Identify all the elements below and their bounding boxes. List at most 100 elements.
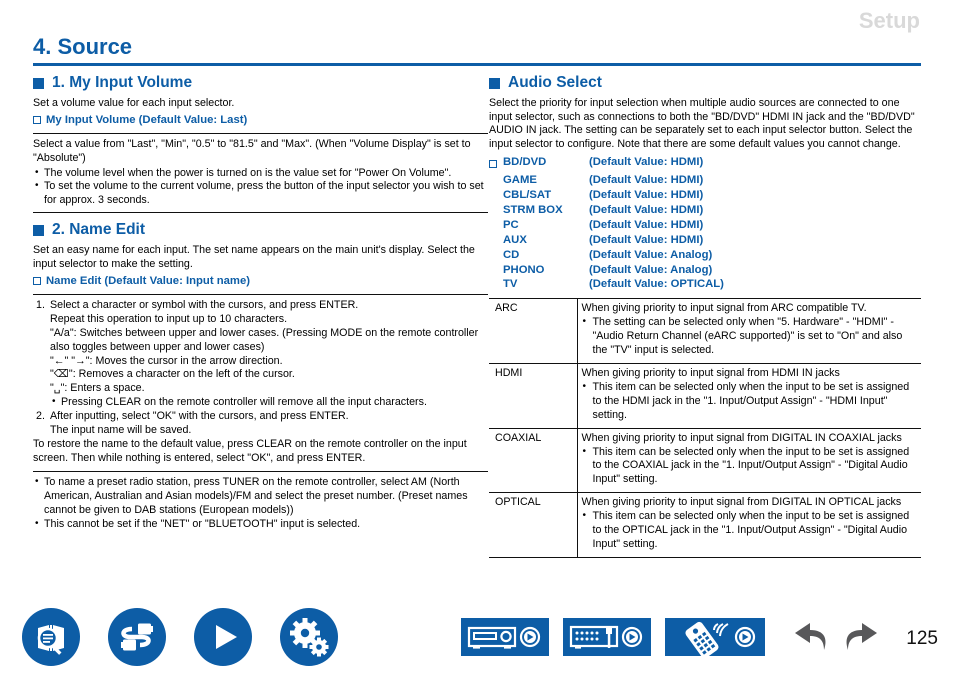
page-number: 125 (906, 628, 938, 649)
list-item: To name a preset radio station, press TU… (33, 475, 488, 518)
table-row: OPTICAL When giving priority to input si… (489, 492, 921, 558)
my-input-volume-body: Select a value from "Last", "Min", "0.5"… (33, 137, 471, 164)
step-number: 2. (36, 410, 45, 423)
hollow-square-bullet-icon (489, 155, 503, 173)
name-edit-restore-note: To restore the name to the default value… (33, 438, 467, 464)
default-value-row: CD (Default Value: Analog) (489, 248, 921, 263)
default-value-row: STRM BOX (Default Value: HDMI) (489, 203, 921, 218)
hollow-square-bullet-icon (33, 115, 41, 124)
audio-select-table: ARC When giving priority to input signal… (489, 298, 921, 558)
section-heading-my-input-volume: 1. My Input Volume (33, 74, 488, 93)
input-name: PC (503, 218, 519, 231)
square-bullet-icon (489, 77, 500, 89)
input-name: AUX (503, 233, 527, 246)
cell-bullet: This item can be selected only when the … (582, 380, 918, 423)
default-value-row: GAME (Default Value: HDMI) (489, 173, 921, 188)
section-heading-audio-select: Audio Select (489, 74, 921, 93)
default-value: (Default Value: HDMI) (589, 174, 704, 187)
my-input-volume-bullets: The volume level when the power is turne… (33, 166, 488, 209)
undo-arrow-icon[interactable] (790, 622, 834, 663)
table-cell-desc: When giving priority to input signal fro… (577, 427, 921, 493)
name-edit-intro: Set an easy name for each input. The set… (33, 243, 475, 270)
divider (33, 470, 488, 472)
input-name: CBL/SAT (503, 189, 552, 202)
table-row: HDMI When giving priority to input signa… (489, 363, 921, 429)
front-panel-icon[interactable] (461, 618, 549, 656)
cell-bullet: This item can be selected only when the … (582, 445, 918, 488)
table-cell-desc: When giving priority to input signal fro… (577, 298, 921, 364)
hollow-square-bullet-icon (33, 276, 41, 285)
input-name: STRM BOX (503, 203, 563, 216)
table-cell-name: COAXIAL (489, 427, 578, 493)
step-detail: "A/a": Switches between upper and lower … (50, 326, 479, 353)
header-divider (33, 63, 921, 66)
default-value-list: BD/DVD (Default Value: HDMI) GAME (Defau… (489, 155, 921, 292)
list-item: The volume level when the power is turne… (33, 166, 488, 181)
table-cell-name: HDMI (489, 363, 578, 429)
default-value-row: TV (Default Value: OPTICAL) (489, 277, 921, 292)
redo-arrow-icon[interactable] (838, 622, 882, 663)
name-edit-notes: To name a preset radio station, press TU… (33, 475, 488, 532)
section-heading-label: 1. My Input Volume (52, 74, 193, 91)
cell-text: When giving priority to input signal fro… (581, 302, 867, 315)
step-detail-bullet: Pressing CLEAR on the remote controller … (50, 395, 488, 410)
default-value: (Default Value: HDMI) (589, 203, 704, 216)
list-item: This cannot be set if the "NET" or "BLUE… (33, 517, 488, 532)
step-detail: "⌫": Removes a character on the left of … (50, 368, 295, 381)
step-detail: Repeat this operation to input up to 10 … (50, 312, 288, 325)
default-value: (Default Value: HDMI) (589, 189, 704, 202)
input-name: PHONO (503, 263, 545, 276)
page-header-label: Setup (858, 8, 920, 33)
connections-icon[interactable] (108, 608, 166, 666)
default-value: (Default Value: HDMI) (589, 233, 704, 246)
cell-text: When giving priority to input signal fro… (581, 431, 902, 444)
input-name: GAME (503, 174, 537, 187)
my-input-volume-intro: Set a volume value for each input select… (33, 96, 235, 109)
rear-panel-icon[interactable] (563, 618, 651, 656)
input-name: CD (503, 248, 520, 261)
cell-text: When giving priority to input signal fro… (581, 496, 902, 509)
default-value-row: CBL/SAT (Default Value: HDMI) (489, 188, 921, 203)
default-value: (Default Value: Analog) (589, 263, 713, 276)
section-heading-label: Audio Select (508, 74, 602, 91)
default-value: (Default Value: HDMI) (589, 218, 704, 231)
divider (33, 293, 488, 295)
section-heading-label: 2. Name Edit (52, 221, 146, 239)
procedure-step-2: 2. After inputting, select "OK" with the… (33, 410, 488, 424)
subheading-name-edit: Name Edit (Default Value: Input name) (33, 274, 488, 289)
step-detail: "←" "→": Moves the cursor in the arrow d… (50, 354, 283, 367)
manual-search-icon[interactable] (22, 608, 80, 666)
subheading-label: My Input Volume (Default Value: Last) (46, 113, 248, 126)
step-detail: "␣": Enters a space. (50, 382, 145, 395)
list-item: To set the volume to the current volume,… (33, 179, 488, 208)
divider (33, 212, 488, 214)
cell-text: When giving priority to input signal fro… (581, 367, 840, 379)
default-value-row: AUX (Default Value: HDMI) (489, 233, 921, 248)
remote-controller-icon[interactable] (665, 618, 765, 656)
table-row: COAXIAL When giving priority to input si… (489, 427, 921, 493)
table-row: ARC When giving priority to input signal… (489, 298, 921, 364)
step-number: 1. (36, 298, 45, 311)
step-detail: The input name will be saved. (50, 424, 192, 437)
default-value-row: PC (Default Value: HDMI) (489, 218, 921, 233)
table-cell-desc: When giving priority to input signal fro… (577, 363, 921, 429)
cell-bullet: The setting can be selected only when "5… (582, 315, 918, 358)
default-value-row: PHONO (Default Value: Analog) (489, 263, 921, 278)
left-column: 1. My Input Volume Set a volume value fo… (33, 70, 488, 531)
cell-bullet: This item can be selected only when the … (582, 509, 918, 552)
setup-gears-icon[interactable] (280, 608, 338, 666)
subheading-label: Name Edit (Default Value: Input name) (46, 274, 251, 287)
section-heading-name-edit: 2. Name Edit (33, 221, 488, 240)
subheading-my-input-volume: My Input Volume (Default Value: Last) (33, 113, 488, 128)
default-value: (Default Value: Analog) (589, 248, 713, 261)
input-name: BD/DVD (503, 156, 547, 169)
procedure-step-1: 1. Select a character or symbol with the… (33, 299, 488, 313)
playback-icon[interactable] (194, 608, 252, 666)
